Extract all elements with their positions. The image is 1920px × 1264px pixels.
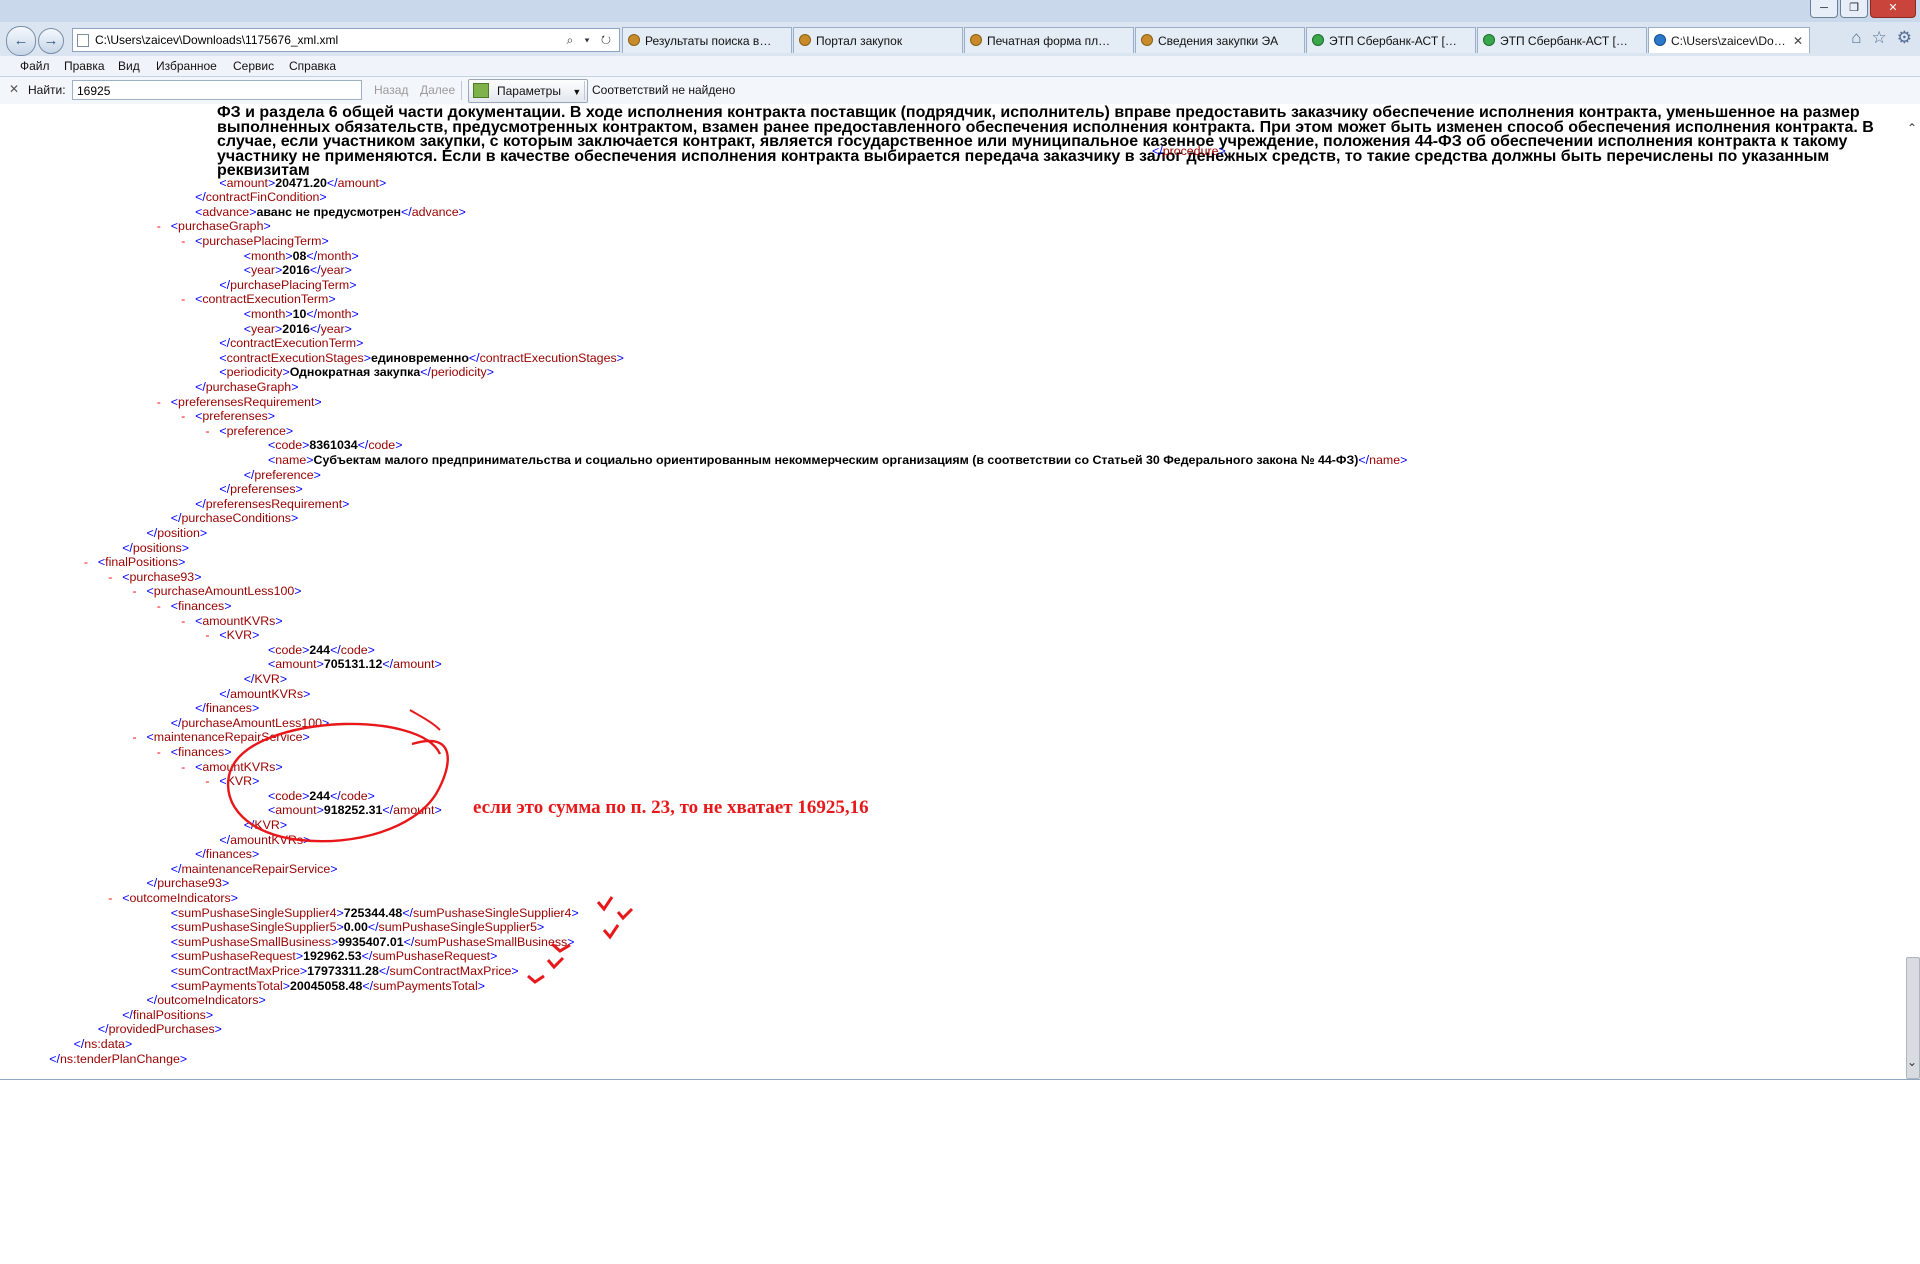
gov-emblem-icon <box>970 34 982 46</box>
tab-purchase-info[interactable]: Сведения закупки ЭА <box>1135 27 1305 53</box>
find-separator <box>584 81 585 100</box>
red-checkmark-icon <box>602 924 620 940</box>
tab-label: ЭТП Сбербанк-АСТ [#F2] <box>1500 34 1640 48</box>
red-checkmark-icon <box>527 974 545 984</box>
tab-procurement-portal[interactable]: Портал закупок <box>793 27 963 53</box>
find-options-label: Параметры <box>497 84 561 98</box>
tab-label: Печатная форма плана... <box>987 34 1129 48</box>
menu-tools[interactable]: Сервис <box>233 58 274 74</box>
title-bar: ─ ❐ ✕ <box>0 0 1920 22</box>
home-icon[interactable]: ⌂ <box>1851 28 1861 48</box>
window-controls: ─ ❐ ✕ <box>1810 0 1916 18</box>
gov-emblem-icon <box>1141 34 1153 46</box>
arrow-right-icon: → <box>43 32 59 49</box>
find-next-button[interactable]: Далее <box>420 83 455 97</box>
red-stroke-annotation <box>409 709 441 731</box>
menu-favorites[interactable]: Избранное <box>156 58 217 74</box>
gov-emblem-icon <box>799 34 811 46</box>
tab-sberbank-f2[interactable]: ЭТП Сбербанк-АСТ [#F2] <box>1477 27 1647 53</box>
menu-edit[interactable]: Правка <box>64 58 105 74</box>
tab-close-icon[interactable]: ✕ <box>1793 28 1803 53</box>
back-button[interactable]: ← <box>6 26 36 56</box>
red-circle-annotation <box>227 722 449 843</box>
highlight-pencil-icon <box>473 83 489 98</box>
gov-emblem-icon <box>628 34 640 46</box>
red-checkmark-icon <box>596 896 614 912</box>
tab-label: ЭТП Сбербанк-АСТ [#F6] <box>1329 34 1469 48</box>
tab-label: Результаты поиска в ре... <box>645 34 786 48</box>
ie-icon <box>1654 34 1666 46</box>
handwritten-annotations <box>227 709 634 984</box>
menu-bar: Файл Правка Вид Избранное Сервис Справка <box>0 56 1920 77</box>
scroll-down-icon[interactable]: ⌄ <box>1904 1054 1920 1070</box>
tab-label: Портал закупок <box>816 34 903 48</box>
menu-help[interactable]: Справка <box>289 58 336 74</box>
address-tools-search-refresh-icon[interactable]: ⌕ ▾ ↻ <box>566 29 615 51</box>
find-options-button[interactable]: Параметры ▼ <box>468 79 589 103</box>
vertical-scrollbar[interactable]: ⌃ ⌄ <box>1904 104 1920 1080</box>
page-icon <box>77 34 89 47</box>
minimize-button[interactable]: ─ <box>1810 0 1838 18</box>
find-prev-button[interactable]: Назад <box>374 83 408 97</box>
browser-chrome: ─ ❐ ✕ ← → C:\Users\zaicev\Downloads\1175… <box>0 0 1920 105</box>
red-checkmark-icon <box>616 907 634 921</box>
red-checkmark-icon <box>546 956 565 970</box>
browser-tools: ⌂ ☆ ⚙ <box>1851 28 1912 48</box>
sberbank-icon <box>1312 34 1324 46</box>
settings-gear-icon[interactable]: ⚙ <box>1897 28 1912 48</box>
find-close-icon[interactable]: ✕ <box>9 82 19 96</box>
maximize-button[interactable]: ❐ <box>1840 0 1868 18</box>
navigation-bar: ← → C:\Users\zaicev\Downloads\1175676_xm… <box>0 24 1920 56</box>
scroll-up-icon[interactable]: ⌃ <box>1904 120 1920 136</box>
status-divider <box>0 1079 1920 1080</box>
handwritten-note: если это сумма по п. 23, то не хватает 1… <box>473 797 869 819</box>
tab-print-form[interactable]: Печатная форма плана... <box>964 27 1134 53</box>
favorites-star-icon[interactable]: ☆ <box>1872 28 1887 48</box>
tab-label: C:\Users\zaicev\Dow... <box>1671 34 1792 48</box>
menu-file[interactable]: Файл <box>20 58 50 74</box>
find-bar: ✕ Найти: 16925 Назад Далее Параметры ▼ С… <box>0 77 1920 105</box>
find-label: Найти: <box>28 83 66 97</box>
find-status: Соответствий не найдено <box>592 83 736 97</box>
tab-sberbank-f6[interactable]: ЭТП Сбербанк-АСТ [#F6] <box>1306 27 1476 53</box>
arrow-left-icon: ← <box>13 32 29 49</box>
find-input[interactable]: 16925 <box>72 80 362 100</box>
forward-button[interactable]: → <box>38 28 64 54</box>
xml-document-view: ФЗ и раздела 6 общей части документации.… <box>0 104 1904 1080</box>
find-separator <box>461 81 462 100</box>
address-url[interactable]: C:\Users\zaicev\Downloads\1175676_xml.xm… <box>95 29 338 51</box>
close-window-button[interactable]: ✕ <box>1870 0 1916 18</box>
tab-search-results[interactable]: Результаты поиска в ре... <box>622 27 792 53</box>
tab-xml-file[interactable]: C:\Users\zaicev\Dow... ✕ <box>1648 27 1810 53</box>
tab-label: Сведения закупки ЭА <box>1158 34 1279 48</box>
sberbank-icon <box>1483 34 1495 46</box>
red-checkmark-icon <box>551 942 571 953</box>
address-bar[interactable]: C:\Users\zaicev\Downloads\1175676_xml.xm… <box>72 28 620 52</box>
chevron-down-icon: ▼ <box>572 87 582 97</box>
menu-view[interactable]: Вид <box>118 58 140 74</box>
